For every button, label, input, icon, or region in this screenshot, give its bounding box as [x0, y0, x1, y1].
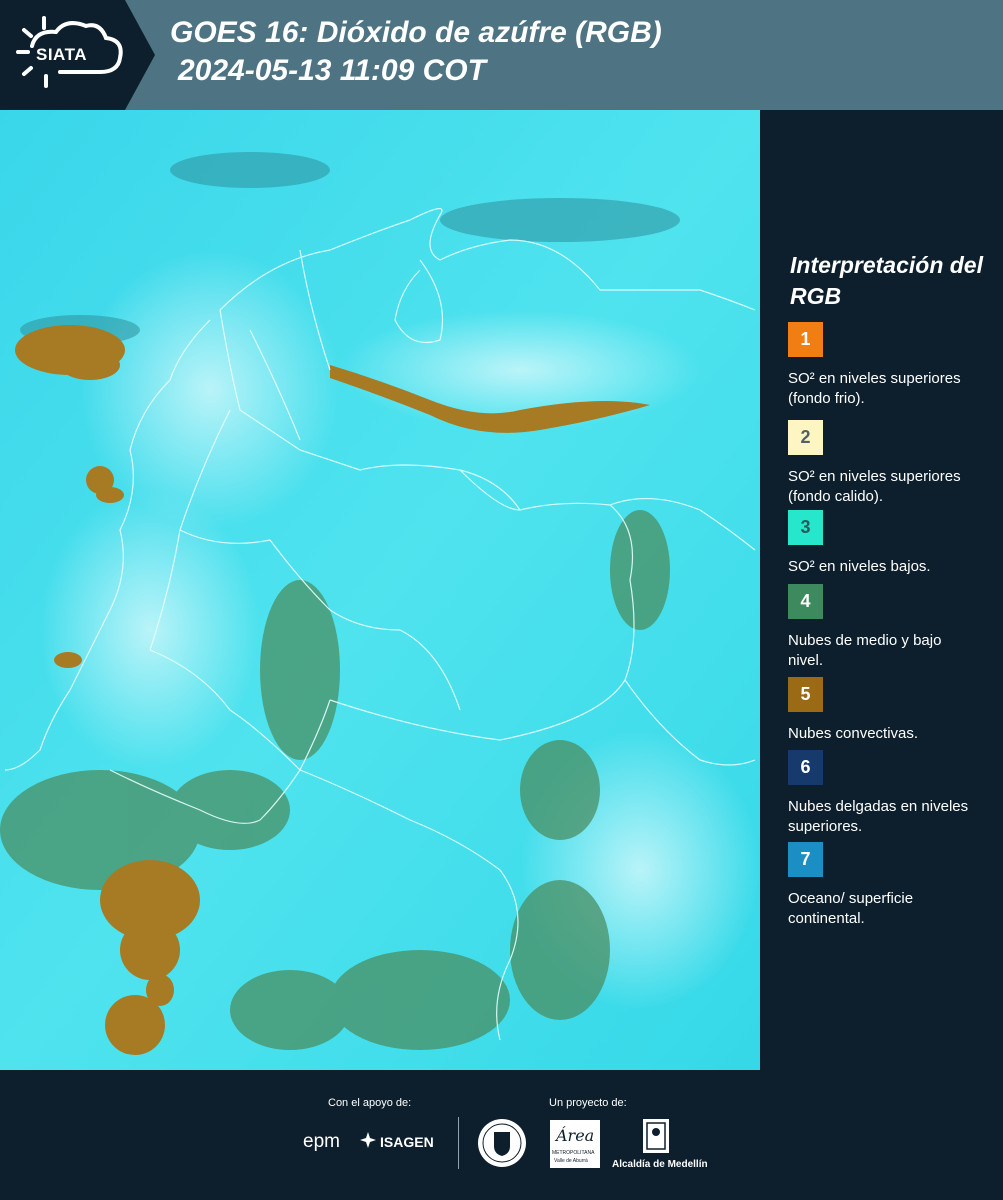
- siata-logo: SIATA: [0, 0, 155, 110]
- legend-swatch: 1: [788, 322, 823, 357]
- low-cloud-area: [170, 770, 290, 850]
- legend-item: 6 Nubes delgadas en niveles superiores.: [788, 750, 978, 837]
- low-cloud-area: [610, 510, 670, 630]
- medellin-seal-icon: [477, 1118, 527, 1168]
- legend-item: 7 Oceano/ superficie continental.: [788, 842, 978, 929]
- footer-divider: [458, 1117, 459, 1169]
- legend-item: 5 Nubes convectivas.: [788, 677, 978, 744]
- area-metropolitana-logo: Área METROPOLITANA Valle de Aburrá: [550, 1120, 600, 1168]
- low-cloud-area: [510, 880, 610, 1020]
- header-bar: SIATA GOES 16: Dióxido de azúfre (RGB) 2…: [0, 0, 1003, 110]
- legend-item: 4 Nubes de medio y bajo nivel.: [788, 584, 978, 671]
- siata-brand-text: SIATA: [36, 45, 87, 64]
- cloud-band: [170, 152, 330, 188]
- satellite-map[interactable]: [0, 110, 760, 1070]
- legend-swatch: 5: [788, 677, 823, 712]
- legend-swatch: 6: [788, 750, 823, 785]
- cloud-patch: [40, 490, 260, 770]
- low-cloud-area: [260, 580, 340, 760]
- convective-cloud: [60, 350, 120, 380]
- project-label: Un proyecto de:: [549, 1097, 627, 1109]
- legend-title: Interpretación del RGB: [790, 252, 983, 309]
- low-cloud-area: [230, 970, 350, 1050]
- legend-swatch: 4: [788, 584, 823, 619]
- page-title: GOES 16: Dióxido de azúfre (RGB) 2024-05…: [170, 14, 662, 90]
- convective-cloud: [54, 652, 82, 668]
- legend-item: 3 SO² en niveles bajos.: [788, 510, 978, 577]
- title-line-product: GOES 16: Dióxido de azúfre (RGB): [170, 16, 662, 49]
- support-label: Con el apoyo de:: [328, 1097, 412, 1109]
- legend-label: SO² en niveles superiores (fondo frio).: [788, 370, 961, 407]
- legend-item: 1 SO² en niveles superiores (fondo frio)…: [788, 322, 978, 409]
- cloud-band: [440, 198, 680, 242]
- legend-label: SO² en niveles bajos.: [788, 558, 931, 575]
- legend-label: Nubes de medio y bajo nivel.: [788, 632, 942, 669]
- epm-logo: epm: [303, 1131, 340, 1152]
- legend-swatch: 2: [788, 420, 823, 455]
- cloud-patch: [80, 250, 340, 530]
- low-cloud-area: [330, 950, 510, 1050]
- convective-cloud: [120, 920, 180, 980]
- low-cloud-area: [520, 740, 600, 840]
- convective-cloud: [146, 974, 174, 1006]
- isagen-mark-icon: [360, 1132, 376, 1148]
- alcaldia-logo-text: Alcaldía de Medellín: [612, 1159, 708, 1170]
- isagen-logo: ISAGEN: [380, 1134, 434, 1150]
- legend-swatch: 3: [788, 510, 823, 545]
- alcaldia-crest-icon: [642, 1118, 670, 1154]
- title-line-datetime: 2024-05-13 11:09 COT: [178, 54, 486, 87]
- legend-swatch: 7: [788, 842, 823, 877]
- legend-label: Oceano/ superficie continental.: [788, 890, 914, 927]
- legend-label: Nubes convectivas.: [788, 725, 919, 742]
- legend-label: SO² en niveles superiores (fondo calido)…: [788, 468, 961, 505]
- legend-label: Nubes delgadas en niveles superiores.: [788, 798, 969, 835]
- convective-cloud: [96, 487, 124, 503]
- legend-item: 2 SO² en niveles superiores (fondo calid…: [788, 420, 978, 507]
